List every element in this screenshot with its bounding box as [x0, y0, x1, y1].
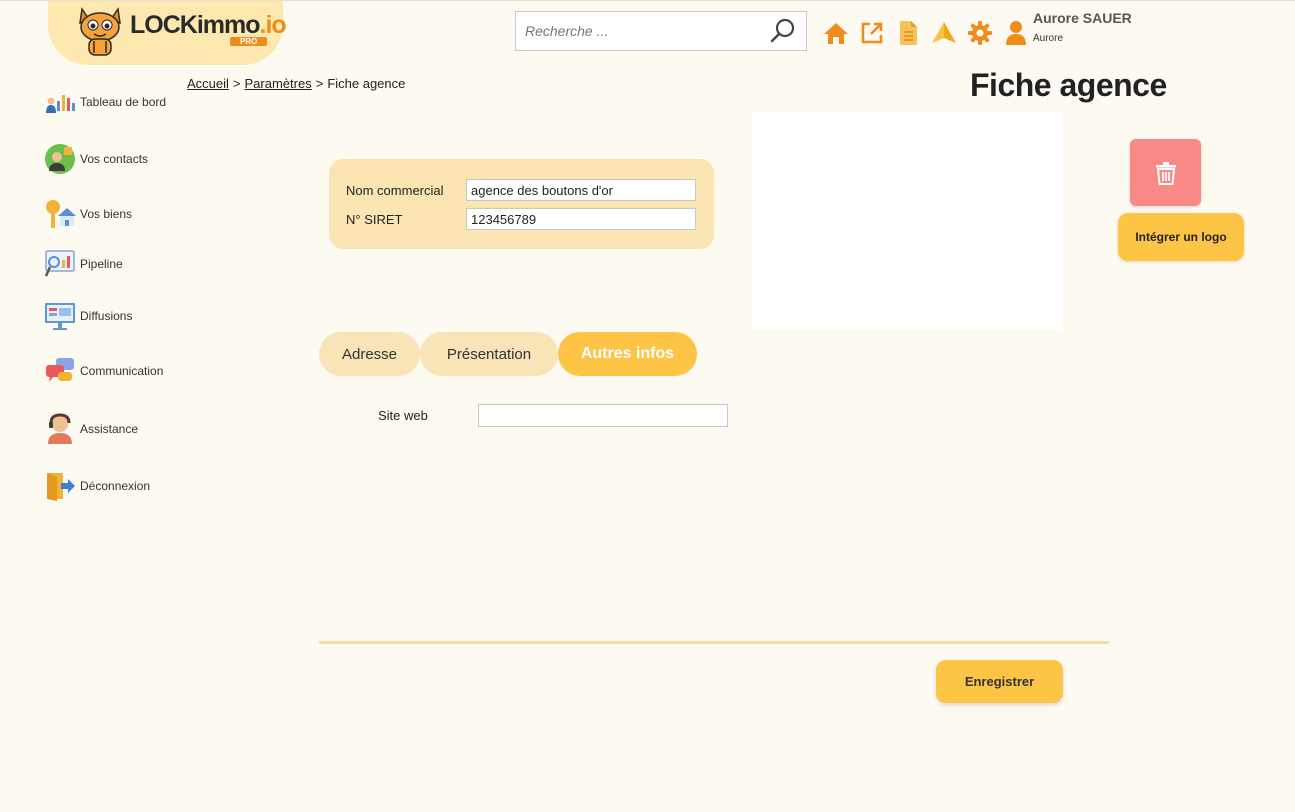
breadcrumb-separator: > — [315, 76, 324, 91]
delete-logo-button[interactable] — [1130, 139, 1201, 206]
dashboard-icon — [44, 86, 76, 118]
user-subtitle: Aurore — [1033, 33, 1064, 44]
sidebar-item-label: Vos contacts — [80, 152, 149, 166]
integrate-logo-button[interactable]: Intégrer un logo — [1118, 213, 1244, 261]
website-field[interactable] — [478, 404, 728, 427]
sidebar-item-label: Pipeline — [80, 257, 123, 271]
sidebar-item-label: Tableau de bord — [80, 95, 167, 109]
tab-adresse[interactable]: Adresse — [319, 332, 420, 376]
document-icon[interactable] — [890, 18, 926, 48]
search-input[interactable] — [516, 12, 756, 50]
breadcrumb: Accueil > Paramètres > Fiche agence — [187, 76, 405, 91]
home-icon[interactable] — [818, 18, 854, 48]
page-title: Fiche agence — [970, 67, 1167, 103]
commercial-name-label: Nom commercial — [346, 183, 444, 198]
user-icon[interactable] — [998, 18, 1034, 48]
commercial-name-field[interactable] — [466, 179, 696, 201]
cat-mascot-icon — [79, 6, 121, 56]
external-link-icon[interactable] — [854, 18, 890, 48]
logout-icon — [44, 470, 76, 502]
breadcrumb-home-link[interactable]: Accueil — [187, 76, 229, 91]
save-button[interactable]: Enregistrer — [936, 660, 1063, 703]
search-icon[interactable] — [770, 18, 796, 44]
sidebar-item-label: Communication — [80, 364, 164, 378]
breadcrumb-current: Fiche agence — [327, 76, 406, 91]
sidebar-item-dashboard[interactable]: Tableau de bord — [44, 85, 204, 119]
sidebar-item-pipeline[interactable]: Pipeline — [44, 247, 204, 281]
search-box — [515, 11, 807, 51]
siret-field[interactable] — [466, 208, 696, 230]
sidebar-item-label: Déconnexion — [80, 479, 151, 493]
sidebar-item-logout[interactable]: Déconnexion — [44, 469, 204, 503]
paper-plane-icon[interactable] — [926, 18, 962, 48]
breadcrumb-settings-link[interactable]: Paramètres — [245, 76, 312, 91]
brand-logo[interactable]: LOCKimmo.io PRO — [48, 1, 287, 65]
contacts-icon — [44, 143, 76, 175]
tab-autres-infos[interactable]: Autres infos — [558, 332, 697, 376]
section-divider — [319, 641, 1109, 644]
sidebar-item-properties[interactable]: Vos biens — [44, 197, 204, 231]
properties-icon — [44, 198, 76, 230]
agency-identity-card: Nom commercial N° SIRET — [329, 159, 714, 249]
logo-wordmark: LOCKimmo.io — [130, 11, 287, 39]
sidebar-item-contacts[interactable]: Vos contacts — [44, 142, 204, 176]
pipeline-icon — [44, 248, 76, 280]
sidebar-item-label: Assistance — [80, 422, 139, 436]
toolbar — [818, 18, 1034, 48]
tab-presentation[interactable]: Présentation — [420, 332, 558, 376]
chat-icon — [44, 355, 76, 387]
gear-icon[interactable] — [962, 18, 998, 48]
website-label: Site web — [378, 408, 428, 423]
trash-icon — [1155, 161, 1176, 185]
support-icon — [44, 413, 76, 445]
sidebar-item-label: Diffusions — [80, 309, 133, 323]
diffusion-icon — [44, 300, 76, 332]
siret-label: N° SIRET — [346, 212, 403, 227]
sidebar-item-communication[interactable]: Communication — [44, 354, 204, 388]
sidebar-item-assistance[interactable]: Assistance — [44, 412, 204, 446]
sidebar-item-label: Vos biens — [80, 207, 133, 221]
user-name[interactable]: Aurore SAUER — [1033, 10, 1132, 26]
breadcrumb-separator: > — [232, 76, 241, 91]
logo-preview — [752, 112, 1062, 330]
logo-pro-badge: PRO — [230, 37, 268, 46]
sidebar-item-diffusions[interactable]: Diffusions — [44, 299, 204, 333]
